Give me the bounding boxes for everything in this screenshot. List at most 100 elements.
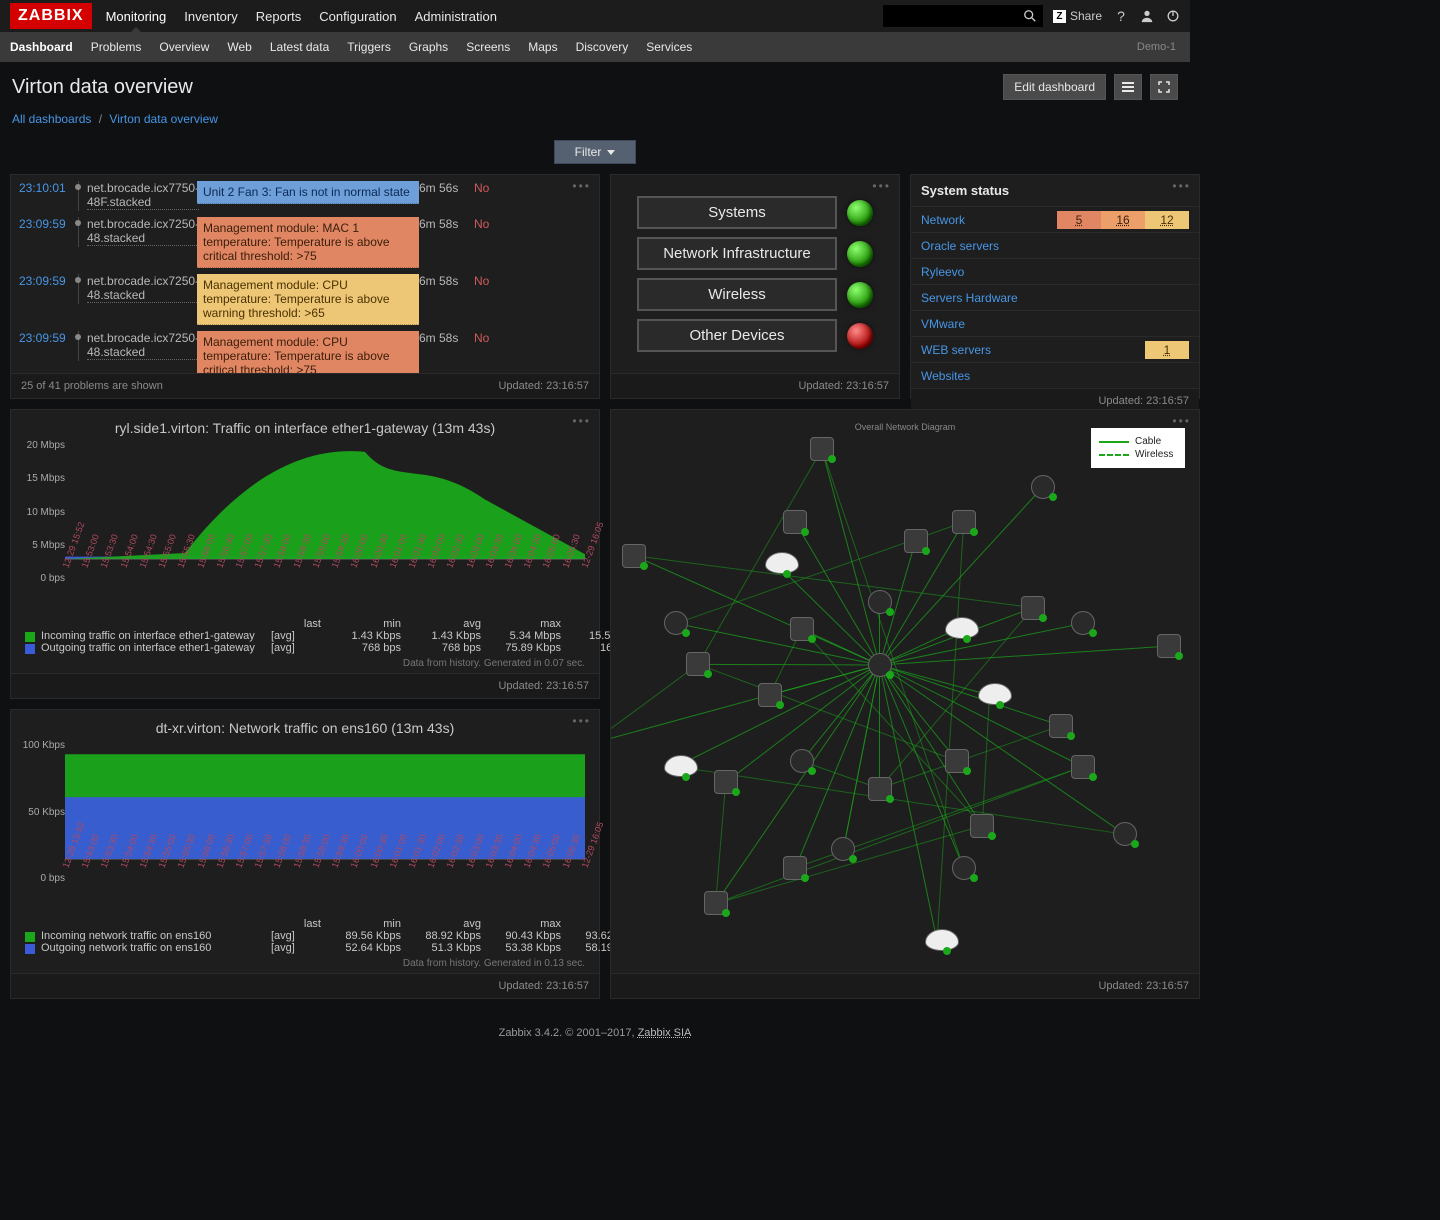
topnav-inventory[interactable]: Inventory [184, 9, 237, 24]
status-label[interactable]: Systems [637, 196, 837, 229]
severity-cell[interactable]: 12 [1145, 211, 1189, 229]
subnav-host-label: Demo-1 [1137, 41, 1180, 53]
ok-indicator [970, 528, 978, 536]
severity-cell[interactable]: 16 [1101, 211, 1145, 229]
chevron-down-icon [607, 150, 615, 155]
subnav-web[interactable]: Web [227, 40, 251, 54]
status-led-green [847, 200, 873, 226]
topnav-configuration[interactable]: Configuration [319, 9, 396, 24]
host-group-link[interactable]: Websites [921, 369, 970, 383]
map-node[interactable] [945, 617, 979, 639]
problem-ack[interactable]: No [474, 274, 508, 288]
subnav-screens[interactable]: Screens [466, 40, 510, 54]
widget-traffic-ens160: ••• dt-xr.virton: Network traffic on ens… [10, 709, 600, 999]
history-note: Data from history. Generated in 0.07 sec… [11, 658, 599, 673]
system-status-row: Servers Hardware [911, 284, 1199, 310]
host-group-link[interactable]: VMware [921, 317, 965, 331]
ok-indicator [996, 701, 1004, 709]
map-node[interactable] [978, 683, 1012, 705]
problem-time[interactable]: 23:10:01 [19, 181, 77, 195]
topnav-reports[interactable]: Reports [256, 9, 302, 24]
host-group-link[interactable]: WEB servers [921, 343, 991, 357]
ok-indicator [808, 635, 816, 643]
host-group-link[interactable]: Ryleevo [921, 265, 964, 279]
subnav-triggers[interactable]: Triggers [347, 40, 391, 54]
host-group-link[interactable]: Oracle servers [921, 239, 999, 253]
problem-message[interactable]: Management module: CPU temperature: Temp… [197, 274, 419, 325]
ok-indicator [776, 701, 784, 709]
page-header: Virton data overview Edit dashboard [0, 62, 1190, 108]
problem-time[interactable]: 23:09:59 [19, 217, 77, 231]
chart-footer-right: Updated: 23:16:57 [498, 980, 589, 992]
widget-menu-icon[interactable]: ••• [872, 179, 891, 193]
problem-row: 23:09:59 net.brocade.icx7250-48.stacked … [11, 268, 599, 325]
fullscreen-button[interactable] [1150, 74, 1178, 100]
widget-menu-icon[interactable]: ••• [572, 714, 591, 728]
breadcrumb: All dashboards / Virton data overview [0, 108, 1190, 136]
legend-min: 1.43 Kbps [401, 630, 481, 642]
host-group-link[interactable]: Network [921, 213, 965, 227]
breadcrumb-current[interactable]: Virton data overview [109, 112, 218, 126]
severity-cell[interactable]: 1 [1145, 341, 1189, 359]
topnav-monitoring[interactable]: Monitoring [106, 9, 167, 24]
subnav-problems[interactable]: Problems [91, 40, 142, 54]
legend-min: 88.92 Kbps [401, 930, 481, 942]
edit-dashboard-button[interactable]: Edit dashboard [1003, 74, 1106, 100]
problem-host[interactable]: net.brocade.icx7250-48.stacked [87, 217, 199, 246]
subnav-dashboard[interactable]: Dashboard [10, 40, 73, 54]
problem-time[interactable]: 23:09:59 [19, 274, 77, 288]
status-label[interactable]: Other Devices [637, 319, 837, 352]
ok-indicator [808, 767, 816, 775]
problem-host[interactable]: net.brocade.icx7250-48.stacked [87, 274, 199, 303]
share-label: Share [1070, 9, 1102, 23]
search-input[interactable] [883, 5, 1043, 27]
status-label[interactable]: Network Infrastructure [637, 237, 837, 270]
problem-host[interactable]: net.brocade.icx7750-48F.stacked [87, 181, 199, 210]
ok-indicator [828, 455, 836, 463]
topnav-administration[interactable]: Administration [415, 9, 497, 24]
problem-message[interactable]: Unit 2 Fan 3: Fan is not in normal state [197, 181, 419, 204]
filter-button[interactable]: Filter [554, 140, 637, 164]
problem-message[interactable]: Management module: MAC 1 temperature: Te… [197, 217, 419, 268]
subnav-latest-data[interactable]: Latest data [270, 40, 329, 54]
problem-time[interactable]: 23:09:59 [19, 331, 77, 345]
map-node[interactable] [765, 552, 799, 574]
subnav-services[interactable]: Services [646, 40, 692, 54]
user-icon[interactable] [1140, 9, 1154, 23]
problem-ack[interactable]: No [474, 331, 508, 345]
severity-cell[interactable]: 5 [1057, 211, 1101, 229]
filter-bar: Filter [0, 136, 1190, 174]
power-icon[interactable] [1166, 9, 1180, 23]
problem-message[interactable]: Management module: CPU temperature: Temp… [197, 331, 419, 373]
legend-row: Incoming network traffic on ens160 [avg]… [25, 930, 585, 942]
problem-ack[interactable]: No [474, 217, 508, 231]
problem-host[interactable]: net.brocade.icx7250-48.stacked [87, 331, 199, 360]
subnav-graphs[interactable]: Graphs [409, 40, 448, 54]
footer-link[interactable]: Zabbix SIA [638, 1027, 692, 1039]
help-icon[interactable]: ? [1114, 9, 1128, 23]
problem-ack[interactable]: No [474, 181, 508, 195]
netmap-footer-right: Updated: 23:16:57 [1098, 980, 1189, 992]
logo[interactable]: ZABBIX [10, 3, 92, 29]
ok-indicator [640, 562, 648, 570]
topbar-right: ZShare ? [1053, 9, 1180, 23]
status-label[interactable]: Wireless [637, 278, 837, 311]
problem-duration: 6m 58s [419, 274, 474, 288]
subnav-overview[interactable]: Overview [159, 40, 209, 54]
dashboard-menu-button[interactable] [1114, 74, 1142, 100]
host-group-link[interactable]: Servers Hardware [921, 291, 1018, 305]
subnav-maps[interactable]: Maps [528, 40, 557, 54]
legend-name: Incoming traffic on interface ether1-gat… [41, 630, 271, 642]
page-title: Virton data overview [12, 76, 1003, 99]
widget-menu-icon[interactable]: ••• [572, 179, 591, 193]
breadcrumb-root[interactable]: All dashboards [12, 112, 91, 126]
map-node[interactable] [925, 929, 959, 951]
share-button[interactable]: ZShare [1053, 9, 1102, 23]
legend-name: Outgoing traffic on interface ether1-gat… [41, 642, 271, 654]
widget-menu-icon[interactable]: ••• [1172, 179, 1191, 193]
subnav-discovery[interactable]: Discovery [576, 40, 629, 54]
topbar: ZABBIX Monitoring Inventory Reports Configu… [0, 0, 1190, 32]
widget-menu-icon[interactable]: ••• [572, 414, 591, 428]
status-row: Systems [629, 196, 881, 229]
ok-indicator [682, 773, 690, 781]
